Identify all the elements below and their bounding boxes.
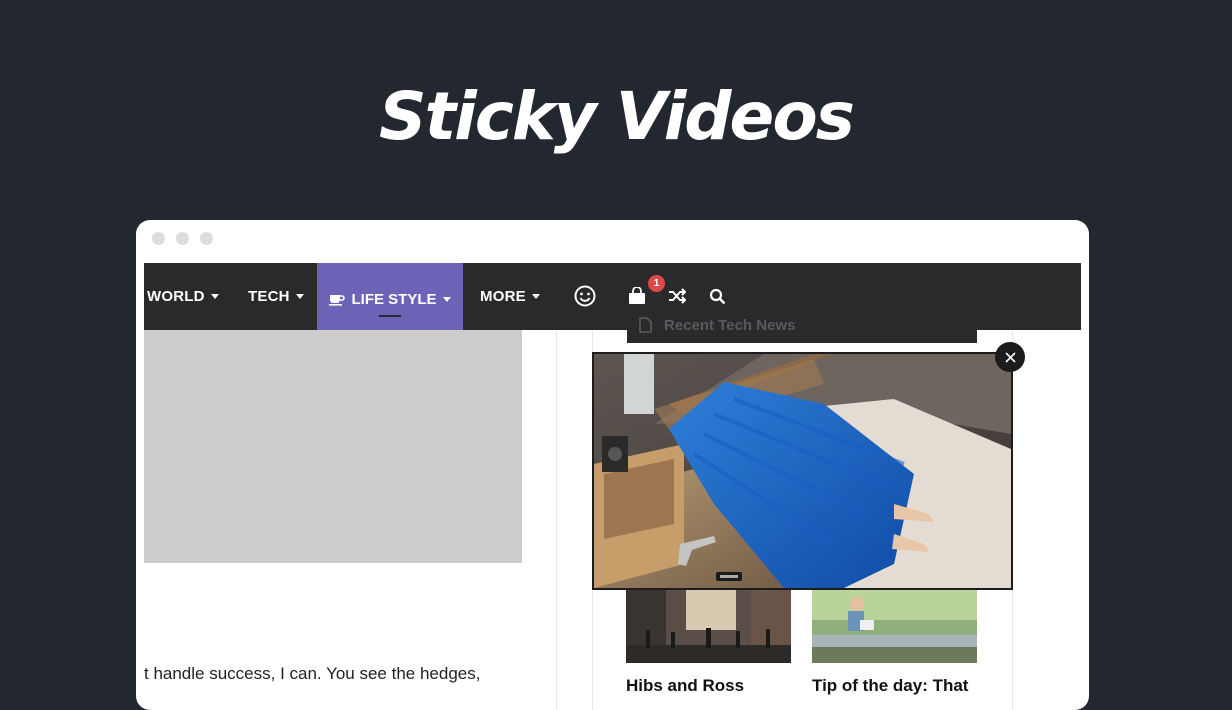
nav-item-life-style[interactable]: LIFE STYLE xyxy=(317,263,463,336)
smiley-icon[interactable] xyxy=(574,285,596,307)
page-headline: Sticky Videos xyxy=(379,78,855,155)
cart-count-badge: 1 xyxy=(648,275,665,292)
active-indicator xyxy=(379,315,401,317)
article-body-text: t handle success, I can. You see the hed… xyxy=(144,664,481,683)
shuffle-icon[interactable] xyxy=(668,288,686,304)
nav-item-tech[interactable]: TECH xyxy=(248,263,304,330)
nav-item-label: TECH xyxy=(248,288,290,305)
dropdown-item-label: Recent Tech News xyxy=(664,316,796,334)
nav-item-more[interactable]: MORE xyxy=(480,263,540,330)
search-icon[interactable] xyxy=(709,288,726,305)
search-dropdown[interactable]: Recent Tech News xyxy=(627,307,977,343)
chevron-down-icon xyxy=(295,294,304,299)
card-thumbnail-child[interactable] xyxy=(812,590,977,663)
coffee-cup-icon xyxy=(329,293,346,306)
close-icon xyxy=(1004,351,1016,363)
card-title[interactable]: Tip of the day: That xyxy=(812,676,968,696)
featured-image-placeholder xyxy=(144,330,522,563)
window-dot-minimize[interactable] xyxy=(176,232,189,245)
chevron-down-icon xyxy=(531,294,540,299)
card-thumbnail-street[interactable] xyxy=(626,590,791,663)
nav-item-label: WORLD xyxy=(147,288,205,305)
sticky-video-player[interactable] xyxy=(592,352,1013,590)
shopping-bag-icon[interactable] xyxy=(628,287,646,305)
column-divider xyxy=(556,330,557,710)
nav-item-label: LIFE STYLE xyxy=(351,291,437,308)
nav-item-world[interactable]: WORLD xyxy=(147,263,219,330)
card-title[interactable]: Hibs and Ross xyxy=(626,676,744,696)
close-video-button[interactable] xyxy=(995,342,1025,372)
document-icon xyxy=(639,317,652,333)
nav-item-label: MORE xyxy=(480,288,526,305)
window-dot-close[interactable] xyxy=(152,232,165,245)
window-dot-maximize[interactable] xyxy=(200,232,213,245)
chevron-down-icon xyxy=(210,294,219,299)
chevron-down-icon xyxy=(442,297,451,302)
